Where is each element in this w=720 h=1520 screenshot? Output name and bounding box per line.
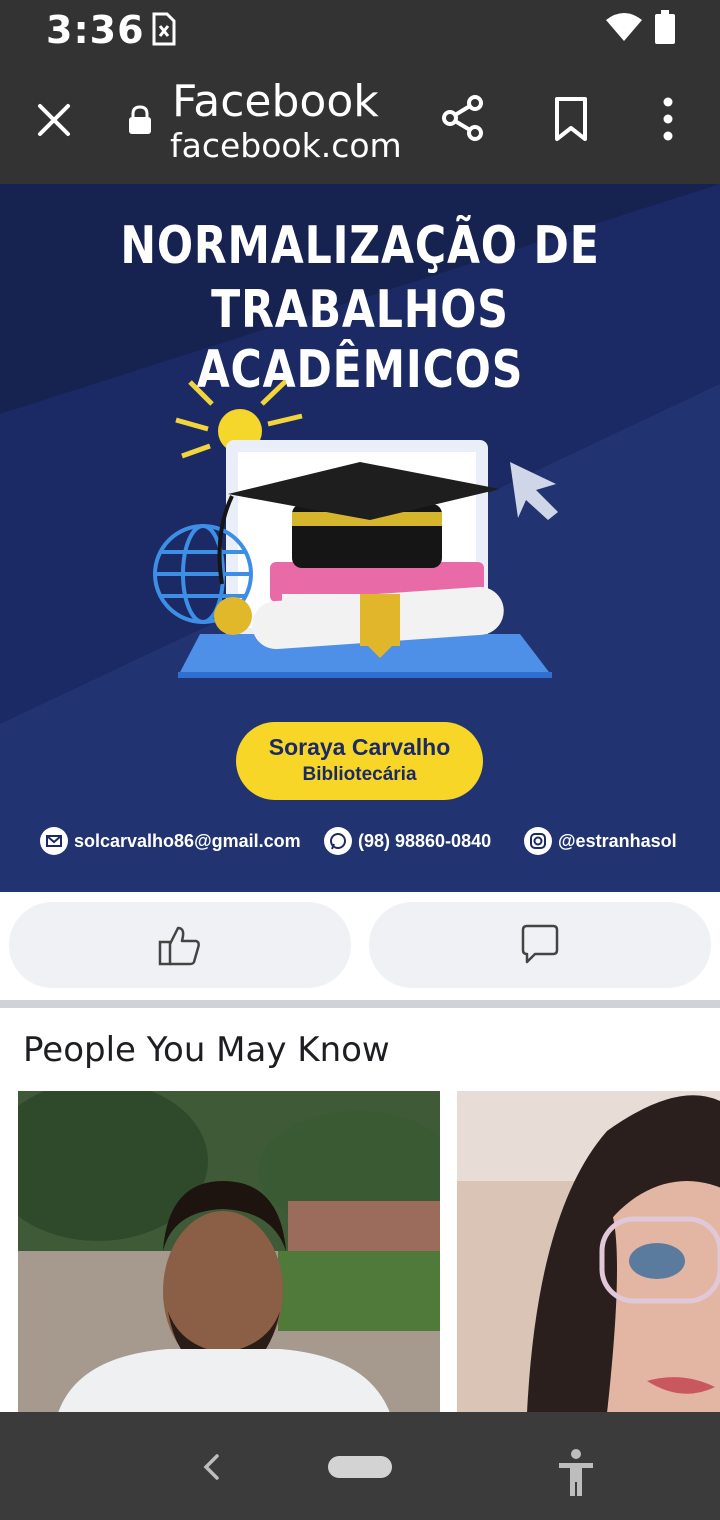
contact-row: solcarvalho86@gmail.com (98) 98860-0840 …: [0, 824, 720, 858]
page-title: Facebook: [172, 76, 379, 127]
section-title: People You May Know: [23, 1030, 390, 1070]
share-icon[interactable]: [440, 94, 486, 142]
name-badge: Soraya Carvalho Bibliotecária: [236, 722, 483, 800]
post-image[interactable]: NORMALIZAÇÃO DE TRABALHOS ACADÊMICOS Sor…: [0, 184, 720, 892]
post-actions: [0, 892, 720, 1002]
status-time: 3:36: [46, 8, 145, 52]
close-icon[interactable]: [34, 100, 74, 140]
suggested-person-card[interactable]: [18, 1091, 440, 1413]
person-photo: [18, 1091, 440, 1413]
email-text: solcarvalho86@gmail.com: [74, 830, 301, 851]
accessibility-icon[interactable]: [556, 1448, 596, 1498]
email-contact: solcarvalho86@gmail.com: [40, 824, 301, 858]
like-button[interactable]: [9, 902, 351, 988]
whatsapp-icon: [324, 827, 352, 855]
banner-title-line1: NORMALIZAÇÃO DE: [120, 216, 600, 276]
bookmark-icon[interactable]: [552, 96, 590, 142]
wifi-icon: [606, 13, 642, 41]
badge-role: Bibliotecária: [302, 764, 417, 785]
status-bar: 3:36: [0, 0, 720, 62]
battery-icon: [655, 10, 675, 44]
person-photo: [457, 1091, 720, 1413]
comment-button[interactable]: [369, 902, 711, 988]
instagram-text: @estranhasol: [558, 830, 677, 851]
section-divider: [0, 1000, 720, 1008]
email-icon: [40, 827, 68, 855]
banner-title-line2: TRABALHOS ACADÊMICOS: [196, 280, 524, 400]
instagram-contact: @estranhasol: [524, 824, 677, 858]
badge-name: Soraya Carvalho: [268, 734, 451, 760]
suggested-person-card[interactable]: [457, 1091, 720, 1413]
phone-text: (98) 98860-0840: [358, 830, 492, 851]
page-url: facebook.com: [170, 126, 402, 165]
home-button[interactable]: [328, 1456, 392, 1478]
more-options-icon[interactable]: [654, 96, 682, 142]
back-icon[interactable]: [200, 1452, 222, 1482]
instagram-icon: [524, 827, 552, 855]
thumbs-up-icon: [158, 926, 200, 966]
phone-contact: (98) 98860-0840: [324, 824, 491, 858]
sim-card-icon: [152, 12, 176, 46]
comment-icon: [521, 924, 559, 964]
browser-toolbar: Facebook facebook.com: [0, 62, 720, 184]
lock-icon: [129, 105, 151, 134]
